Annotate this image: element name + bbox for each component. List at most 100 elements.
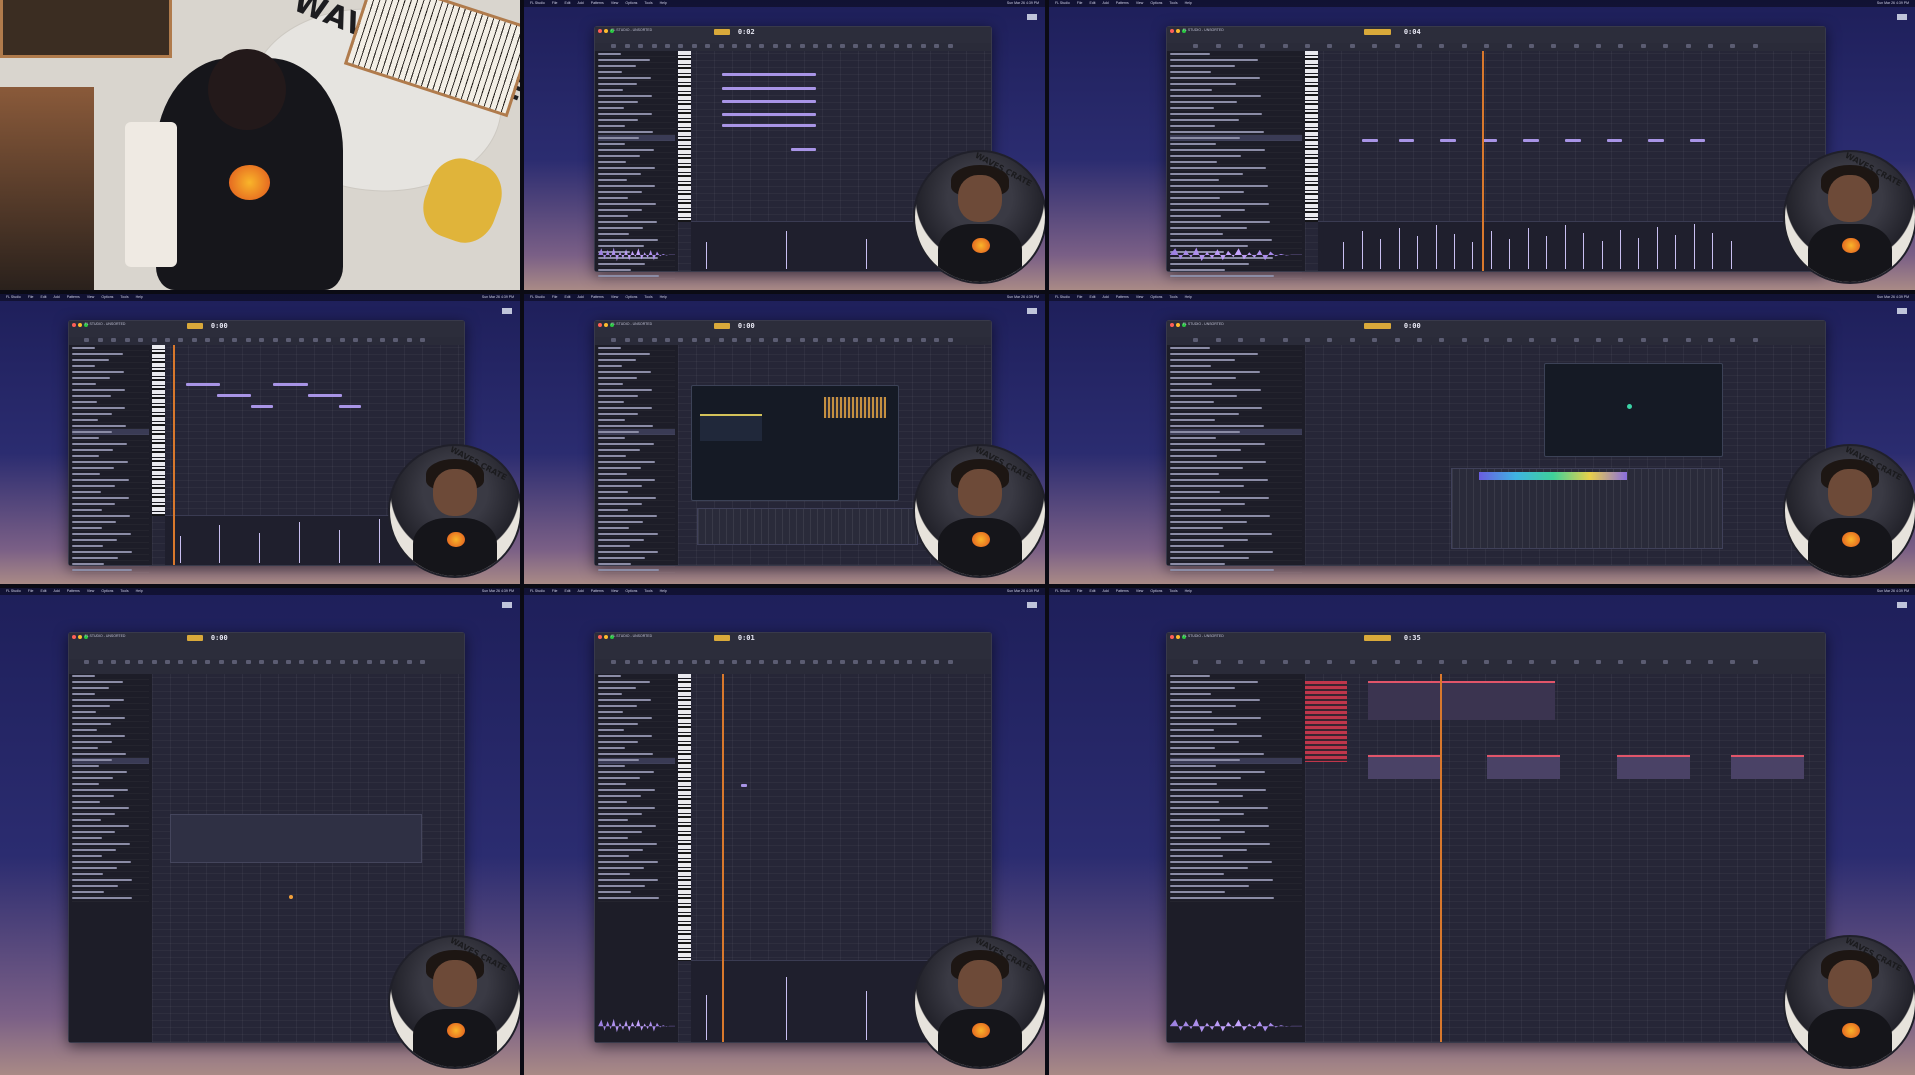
menubar-item[interactable]: Tools <box>120 588 128 595</box>
toolbar-tool-icon[interactable] <box>799 43 805 48</box>
toolbar-tool-icon[interactable] <box>651 660 657 665</box>
toolbar-tool-icon[interactable] <box>178 660 184 665</box>
velocity-bar[interactable] <box>1546 235 1548 269</box>
midi-note[interactable] <box>1565 139 1581 143</box>
toolbar-tool-icon[interactable] <box>1372 43 1378 48</box>
transport-play-button[interactable] <box>1364 323 1391 330</box>
toolbar-tool-icon[interactable] <box>745 660 751 665</box>
close-icon[interactable] <box>1169 323 1174 328</box>
minimize-icon[interactable] <box>77 634 82 639</box>
velocity-bar[interactable] <box>1380 239 1382 269</box>
minimize-icon[interactable] <box>77 323 82 328</box>
transport-play-button[interactable] <box>187 634 203 641</box>
toolbar-tool-icon[interactable] <box>1305 43 1311 48</box>
toolbar-tool-icon[interactable] <box>1640 660 1646 665</box>
toolbar-tool-icon[interactable] <box>1528 43 1534 48</box>
velocity-bar[interactable] <box>706 995 708 1040</box>
toolbar-tool-icon[interactable] <box>205 337 211 342</box>
toolbar-tool-icon[interactable] <box>934 337 940 342</box>
toolbar-tool-icon[interactable] <box>420 337 426 342</box>
velocity-bar[interactable] <box>1472 241 1474 269</box>
velocity-bar[interactable] <box>1712 232 1714 269</box>
midi-note[interactable] <box>307 393 342 397</box>
menubar-app-name[interactable]: FL Studio <box>6 588 21 595</box>
desktop-file-icon[interactable] <box>1897 14 1907 22</box>
toolbar-tool-icon[interactable] <box>259 660 265 665</box>
velocity-bar[interactable] <box>259 533 261 563</box>
toolbar-tool-icon[interactable] <box>880 337 886 342</box>
midi-note[interactable] <box>1481 139 1498 143</box>
fl-title-bar[interactable]: FL STUDIO - UNSORTED 0:01 <box>595 632 992 661</box>
toolbar-tool-icon[interactable] <box>218 660 224 665</box>
toolbar-tool-icon[interactable] <box>1596 43 1602 48</box>
audio-clip[interactable] <box>1487 754 1560 779</box>
velocity-bar[interactable] <box>786 976 788 1040</box>
toolbar-tool-icon[interactable] <box>745 43 751 48</box>
toolbar-tool-icon[interactable] <box>1349 337 1355 342</box>
toolbar-tool-icon[interactable] <box>947 337 953 342</box>
toolbar-tool-icon[interactable] <box>880 43 886 48</box>
close-icon[interactable] <box>1169 29 1174 34</box>
toolbar-tool-icon[interactable] <box>786 337 792 342</box>
desktop-file-icon[interactable] <box>1897 308 1907 316</box>
piano-keys[interactable] <box>678 51 692 223</box>
file-browser-panel[interactable] <box>595 673 680 1042</box>
toolbar-tool-icon[interactable] <box>718 43 724 48</box>
close-icon[interactable] <box>71 634 76 639</box>
xy-plugin-window[interactable] <box>1544 362 1724 458</box>
toolbar-tool-icon[interactable] <box>165 337 171 342</box>
toolbar-tool-icon[interactable] <box>285 337 291 342</box>
toolbar-tool-icon[interactable] <box>1417 660 1422 665</box>
midi-note[interactable] <box>217 393 252 397</box>
menubar-item[interactable]: View <box>611 294 619 301</box>
menubar-item[interactable]: View <box>1136 588 1144 595</box>
menubar-item[interactable]: Add <box>578 294 584 301</box>
toolbar-tool-icon[interactable] <box>866 337 872 342</box>
menubar-item[interactable]: Help <box>1185 0 1192 7</box>
close-icon[interactable] <box>598 323 603 328</box>
menubar-item[interactable]: File <box>552 588 558 595</box>
toolbar-tool-icon[interactable] <box>678 660 684 665</box>
menubar-item[interactable]: Edit <box>565 588 571 595</box>
menubar-item[interactable]: Tools <box>1169 0 1177 7</box>
toolbar-tool-icon[interactable] <box>826 337 832 342</box>
menubar-item[interactable]: Add <box>578 588 584 595</box>
toolbar-tool-icon[interactable] <box>1394 660 1400 665</box>
midi-note[interactable] <box>1523 139 1540 143</box>
menubar-item[interactable]: Patterns <box>591 588 604 595</box>
toolbar-tool-icon[interactable] <box>1640 43 1646 48</box>
toolbar-tool-icon[interactable] <box>1730 660 1736 665</box>
menubar-item[interactable]: Add <box>1103 0 1109 7</box>
toolbar-tool-icon[interactable] <box>759 43 765 48</box>
toolbar-tool-icon[interactable] <box>772 660 778 665</box>
toolbar-tool-icon[interactable] <box>638 43 644 48</box>
toolbar-tool-icon[interactable] <box>1573 660 1579 665</box>
toolbar-tool-icon[interactable] <box>191 337 197 342</box>
toolbar-tool-icon[interactable] <box>1506 660 1512 665</box>
velocity-bar[interactable] <box>1490 230 1492 269</box>
menubar-item[interactable]: Patterns <box>591 0 604 7</box>
xy-pad-cursor[interactable] <box>1626 404 1632 410</box>
toolbar-tool-icon[interactable] <box>799 337 805 342</box>
toolbar-tool-icon[interactable] <box>813 660 819 665</box>
toolbar-tool-icon[interactable] <box>1685 660 1691 665</box>
toolbar-tool-icon[interactable] <box>299 337 305 342</box>
toolbar-tool-icon[interactable] <box>1282 43 1288 48</box>
toolbar-tool-icon[interactable] <box>232 660 238 665</box>
editor-pane[interactable] <box>1305 345 1826 565</box>
velocity-bar[interactable] <box>1417 236 1419 269</box>
fl-title-bar[interactable]: FL STUDIO - UNSORTED 0:02 <box>595 27 992 44</box>
midi-note[interactable] <box>1689 139 1706 143</box>
toolbar-tool-icon[interactable] <box>84 337 90 342</box>
piano-keys[interactable] <box>678 673 692 961</box>
toolbar-tool-icon[interactable] <box>1663 660 1669 665</box>
toolbar-tool-icon[interactable] <box>1461 337 1467 342</box>
menubar-item[interactable]: Patterns <box>1116 294 1129 301</box>
velocity-bar[interactable] <box>1619 230 1621 269</box>
fl-title-bar[interactable]: FL STUDIO - UNSORTED 0:00 <box>68 321 464 338</box>
toolbar-tool-icon[interactable] <box>1215 43 1221 48</box>
menubar-item[interactable]: File <box>28 588 34 595</box>
menubar-app-name[interactable]: FL Studio <box>530 588 545 595</box>
toolbar-tool-icon[interactable] <box>366 337 372 342</box>
fl-studio-window[interactable]: FL STUDIO - UNSORTED 0:00 <box>1165 320 1827 571</box>
